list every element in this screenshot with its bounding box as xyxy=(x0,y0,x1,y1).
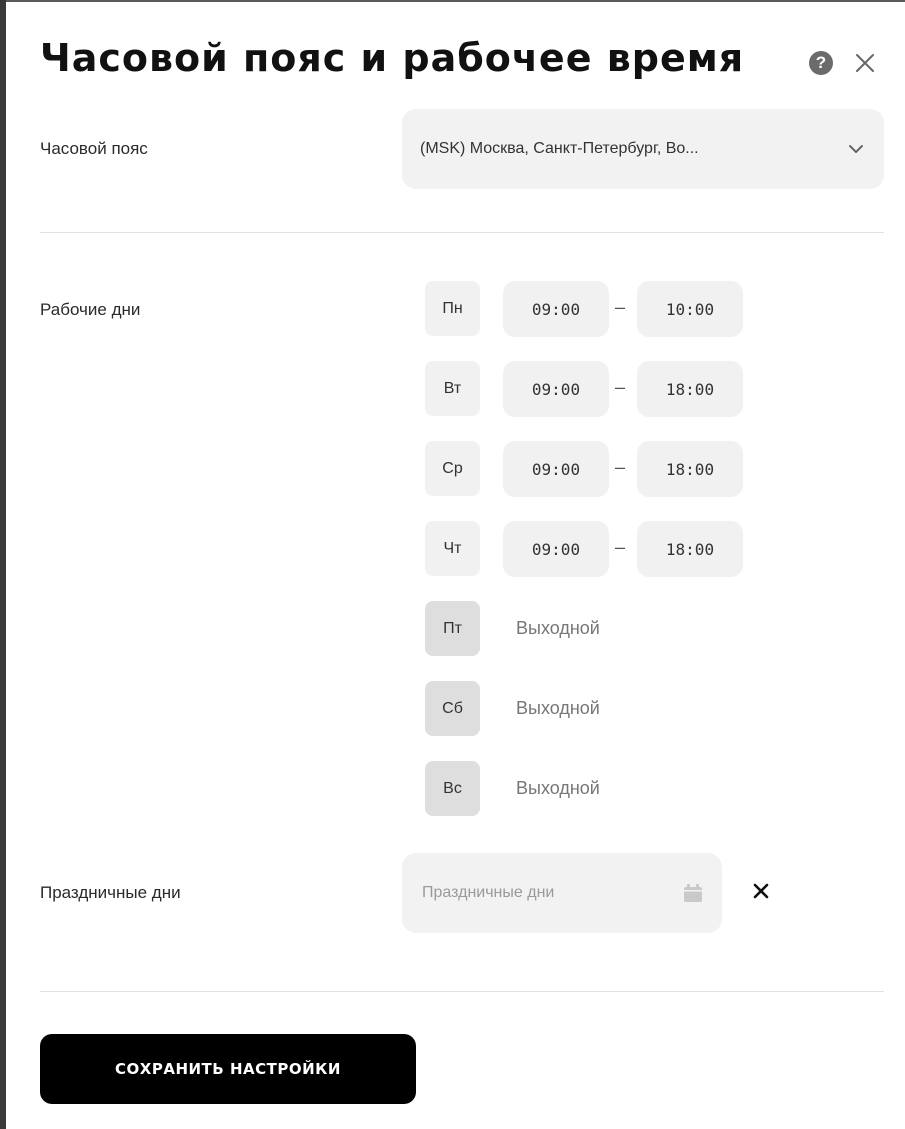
time-end-tue[interactable]: 18:00 xyxy=(637,361,743,417)
time-start-mon[interactable]: 09:00 xyxy=(503,281,609,337)
day-off-text-fri: Выходной xyxy=(516,618,600,638)
modal-title: Часовой пояс и рабочее время xyxy=(40,36,745,80)
time-end-mon[interactable]: 10:00 xyxy=(637,281,743,337)
workdays-label: Рабочие дни xyxy=(40,300,141,319)
divider-top xyxy=(40,232,884,233)
time-separator: – xyxy=(615,457,626,477)
day-badge-mon[interactable]: Пн xyxy=(425,281,480,336)
timezone-select[interactable]: (MSK) Москва, Санкт-Петербург, Во... xyxy=(402,109,884,189)
timezone-worktime-modal: Часовой пояс и рабочее время ? Часовой п… xyxy=(0,0,905,1129)
day-off-text-sat: Выходной xyxy=(516,698,600,718)
time-start-tue[interactable]: 09:00 xyxy=(503,361,609,417)
day-badge-tue[interactable]: Вт xyxy=(425,361,480,416)
close-icon[interactable] xyxy=(851,49,879,77)
chevron-down-icon xyxy=(849,145,863,153)
day-badge-sun[interactable]: Вс xyxy=(425,761,480,816)
timezone-value: (MSK) Москва, Санкт-Петербург, Во... xyxy=(420,140,699,157)
time-start-wed[interactable]: 09:00 xyxy=(503,441,609,497)
time-separator: – xyxy=(615,377,626,397)
calendar-icon[interactable] xyxy=(682,882,704,904)
help-icon[interactable]: ? xyxy=(809,51,833,75)
save-settings-button[interactable]: СОХРАНИТЬ НАСТРОЙКИ xyxy=(40,1034,416,1104)
time-end-thu[interactable]: 18:00 xyxy=(637,521,743,577)
day-badge-sat[interactable]: Сб xyxy=(425,681,480,736)
day-badge-thu[interactable]: Чт xyxy=(425,521,480,576)
divider-bottom xyxy=(40,991,884,992)
day-badge-fri[interactable]: Пт xyxy=(425,601,480,656)
holidays-label: Праздничные дни xyxy=(40,883,181,902)
time-separator: – xyxy=(615,537,626,557)
time-separator: – xyxy=(615,297,626,317)
holidays-field[interactable] xyxy=(402,853,722,933)
clear-icon[interactable] xyxy=(750,880,772,902)
day-off-text-sun: Выходной xyxy=(516,778,600,798)
day-badge-wed[interactable]: Ср xyxy=(425,441,480,496)
holidays-input[interactable] xyxy=(420,883,682,903)
timezone-label: Часовой пояс xyxy=(40,139,148,158)
time-start-thu[interactable]: 09:00 xyxy=(503,521,609,577)
time-end-wed[interactable]: 18:00 xyxy=(637,441,743,497)
